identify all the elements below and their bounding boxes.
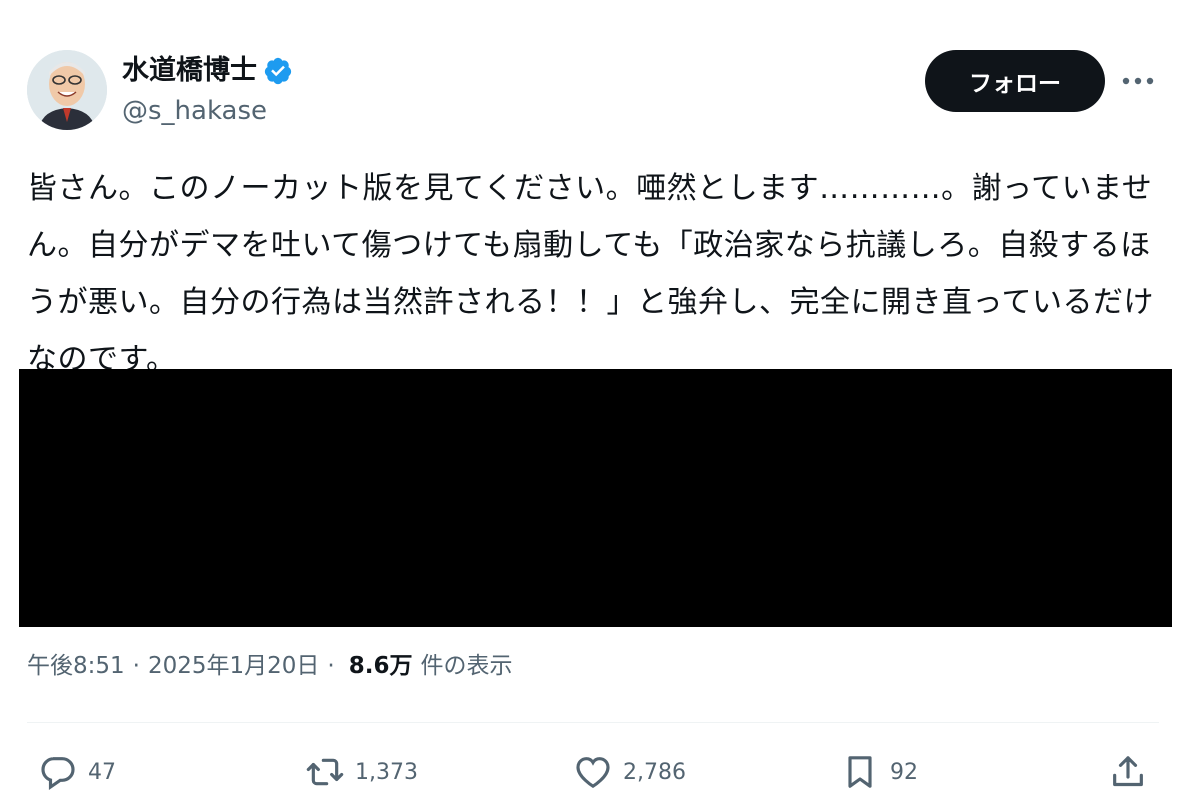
tweet-text: 皆さん。このノーカット版を見てください。唖然とします…………。謝っていません。自… — [27, 171, 1154, 377]
follow-button[interactable]: フォロー — [925, 50, 1105, 112]
reply-button[interactable]: 47 — [38, 752, 116, 792]
meta-separator: · — [132, 653, 140, 679]
bookmark-button[interactable]: 92 — [840, 752, 918, 792]
bookmark-icon — [848, 756, 872, 788]
tweet-media[interactable] — [19, 369, 1172, 627]
divider — [27, 722, 1159, 723]
tweet-time[interactable]: 午後8:51 — [27, 650, 125, 682]
retweet-button[interactable]: 1,373 — [305, 752, 418, 792]
like-count: 2,786 — [623, 759, 686, 785]
view-count: 8.6万 — [348, 653, 413, 679]
more-icon — [1122, 77, 1154, 85]
view-count-label: 件の表示 — [420, 653, 513, 679]
retweet-icon — [306, 758, 344, 786]
author-display-name[interactable]: 水道橋博士 — [122, 54, 257, 88]
tweet-date[interactable]: 2025年1月20日 — [148, 650, 319, 682]
author-handle[interactable]: @s_hakase — [122, 94, 267, 128]
share-icon — [1113, 756, 1143, 787]
author-name-row: 水道橋博士 — [122, 54, 293, 88]
reply-count: 47 — [88, 759, 116, 785]
share-button[interactable] — [1108, 752, 1148, 792]
bookmark-count: 92 — [890, 759, 918, 785]
reply-icon — [41, 757, 75, 791]
avatar[interactable] — [27, 50, 107, 130]
tweet-meta: 午後8:51 · 2025年1月20日 · 8.6万 件の表示 — [27, 650, 512, 682]
like-button[interactable]: 2,786 — [573, 752, 686, 792]
like-icon — [576, 757, 610, 789]
meta-separator: · — [327, 653, 335, 679]
more-options-button[interactable] — [1118, 66, 1158, 96]
retweet-count: 1,373 — [355, 759, 418, 785]
verified-badge-icon — [264, 57, 292, 85]
avatar-image — [27, 50, 107, 130]
